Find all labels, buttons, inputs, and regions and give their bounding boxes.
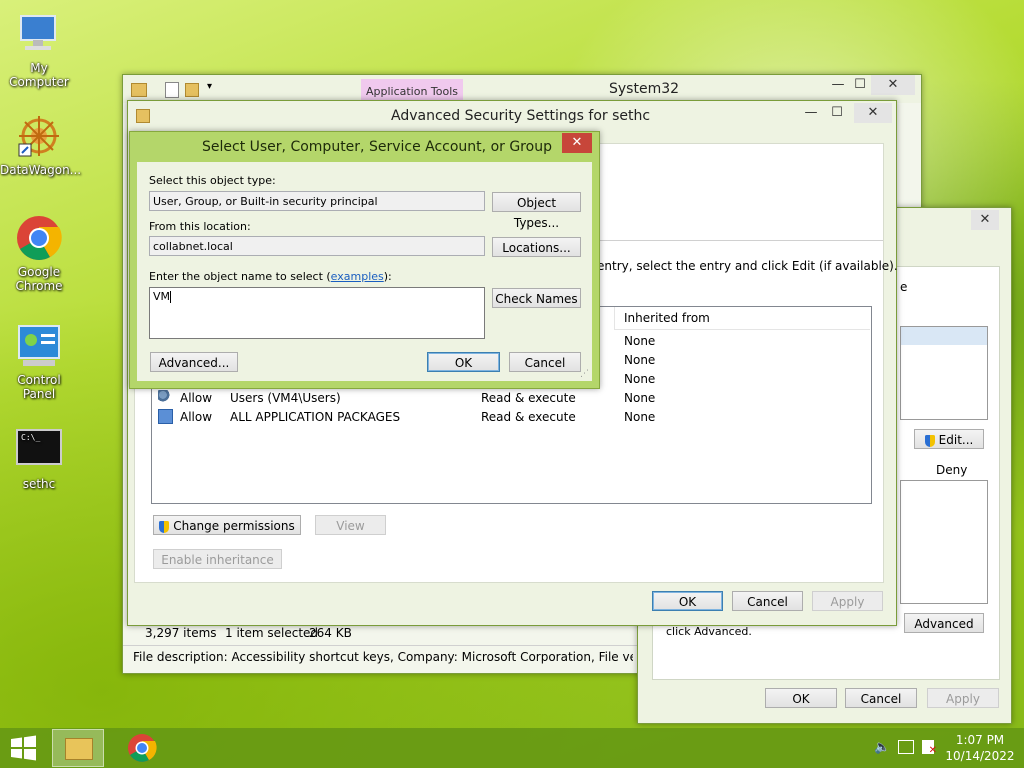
- apply-button[interactable]: Apply: [927, 688, 999, 708]
- change-permissions-button[interactable]: Change permissions: [153, 515, 301, 535]
- chrome-icon: [128, 734, 157, 762]
- ok-button[interactable]: OK: [427, 352, 500, 372]
- close-button[interactable]: ✕: [562, 133, 592, 153]
- enable-inheritance-button[interactable]: Enable inheritance: [153, 549, 282, 569]
- volume-muted-icon[interactable]: 🔈: [874, 740, 890, 755]
- advanced-button[interactable]: Advanced: [904, 613, 984, 633]
- column-header-divider: [614, 307, 615, 329]
- folder-icon: [136, 109, 150, 123]
- examples-link[interactable]: examples: [331, 270, 384, 283]
- clock[interactable]: 1:07 PM 10/14/2022: [944, 732, 1016, 764]
- edit-button[interactable]: Edit...: [914, 429, 984, 449]
- object-type-label: Select this object type:: [149, 174, 276, 187]
- cancel-button[interactable]: Cancel: [509, 352, 581, 372]
- shield-icon: [924, 434, 935, 447]
- check-names-button[interactable]: Check Names: [492, 288, 581, 308]
- status-selected: 1 item selected: [225, 626, 319, 640]
- taskbar-chrome[interactable]: [122, 732, 162, 764]
- file-description: File description: Accessibility shortcut…: [133, 650, 633, 664]
- cancel-button[interactable]: Cancel: [732, 591, 803, 611]
- close-button[interactable]: ✕: [971, 210, 999, 230]
- explorer-title: System32: [609, 81, 680, 97]
- location-label: From this location:: [149, 220, 251, 233]
- location-field: collabnet.local: [149, 236, 485, 256]
- instruction-text: entry, select the entry and click Edit (…: [597, 259, 898, 273]
- permission-list: [900, 480, 988, 604]
- desktop-icon-label: sethc: [22, 477, 56, 491]
- datawagon-icon: [15, 112, 63, 160]
- text-cursor: [170, 291, 172, 303]
- object-name-label: Enter the object name to select (example…: [149, 270, 392, 283]
- cancel-button[interactable]: Cancel: [845, 688, 917, 708]
- maximize-button[interactable]: ☐: [822, 103, 852, 123]
- object-type-field: User, Group, or Built-in security princi…: [149, 191, 485, 211]
- properties-icon[interactable]: [165, 82, 179, 98]
- network-icon[interactable]: [898, 740, 914, 754]
- group-list-selected-row[interactable]: [901, 327, 987, 345]
- column-header-inherited[interactable]: Inherited from: [614, 307, 870, 330]
- close-button[interactable]: ✕: [871, 75, 915, 95]
- view-button[interactable]: View: [315, 515, 386, 535]
- ok-button[interactable]: OK: [652, 591, 723, 611]
- desktop-icon-datawagon[interactable]: DataWagon...: [0, 112, 82, 177]
- cmd-icon: C:\_: [15, 426, 63, 474]
- desktop-icon-sethc[interactable]: C:\_ sethc: [0, 426, 78, 491]
- table-row[interactable]: Allow Users (VM4\Users) Read & execute N…: [152, 389, 871, 408]
- new-folder-icon[interactable]: [185, 83, 199, 97]
- resize-grip-icon[interactable]: ⋰: [580, 369, 589, 379]
- close-button[interactable]: ✕: [854, 103, 892, 123]
- users-icon: [158, 390, 172, 404]
- taskbar-file-explorer[interactable]: [52, 729, 104, 767]
- desktop-icon-label: Control Panel: [17, 373, 61, 401]
- shield-icon: [159, 520, 170, 533]
- status-size: 264 KB: [309, 626, 352, 640]
- control-panel-icon: [15, 322, 63, 370]
- status-item-count: 3,297 items: [145, 626, 217, 640]
- advanced-button[interactable]: Advanced...: [150, 352, 238, 372]
- object-types-button[interactable]: Object Types...: [492, 192, 581, 230]
- start-button[interactable]: [6, 734, 40, 762]
- object-name-input[interactable]: VM: [149, 287, 485, 339]
- desktop-icon-my-computer[interactable]: My Computer: [0, 10, 78, 89]
- file-explorer-icon: [65, 738, 93, 760]
- locations-button[interactable]: Locations...: [492, 237, 581, 257]
- chevron-down-icon[interactable]: ▾: [207, 81, 212, 92]
- deny-label: Deny: [936, 463, 968, 477]
- chrome-icon: [15, 214, 63, 262]
- windows-logo-icon: [11, 735, 36, 761]
- svg-text:C:\_: C:\_: [21, 433, 40, 442]
- desktop-icon-label: Google Chrome: [15, 265, 63, 293]
- click-advanced-text: click Advanced.: [666, 625, 752, 638]
- group-list[interactable]: [900, 326, 988, 420]
- ok-button[interactable]: OK: [765, 688, 837, 708]
- computer-icon: [15, 10, 63, 58]
- taskbar: 🔈 ✕ 1:07 PM 10/14/2022: [0, 728, 1024, 768]
- packages-icon: [158, 409, 173, 424]
- advanced-security-title: Advanced Security Settings for sethc: [391, 108, 651, 124]
- folder-icon: [131, 83, 147, 97]
- desktop-icon-label: My Computer: [9, 61, 69, 89]
- clock-date: 10/14/2022: [945, 749, 1015, 763]
- clock-time: 1:07 PM: [955, 733, 1005, 747]
- apply-button[interactable]: Apply: [812, 591, 883, 611]
- select-dialog-body: Select this object type: User, Group, or…: [137, 162, 592, 381]
- desktop-icon-label: DataWagon...: [0, 163, 82, 177]
- select-dialog-title: Select User, Computer, Service Account, …: [202, 139, 552, 155]
- desktop-icon-google-chrome[interactable]: Google Chrome: [0, 214, 78, 293]
- explorer-titlebar: ▾ Application Tools System32 — ☐ ✕: [123, 75, 921, 103]
- table-row[interactable]: Allow ALL APPLICATION PACKAGES Read & ex…: [152, 408, 871, 427]
- select-user-dialog: Select User, Computer, Service Account, …: [129, 131, 600, 389]
- action-center-icon[interactable]: ✕: [922, 740, 937, 756]
- desktop-icon-control-panel[interactable]: Control Panel: [0, 322, 78, 401]
- partial-text: e: [900, 280, 908, 294]
